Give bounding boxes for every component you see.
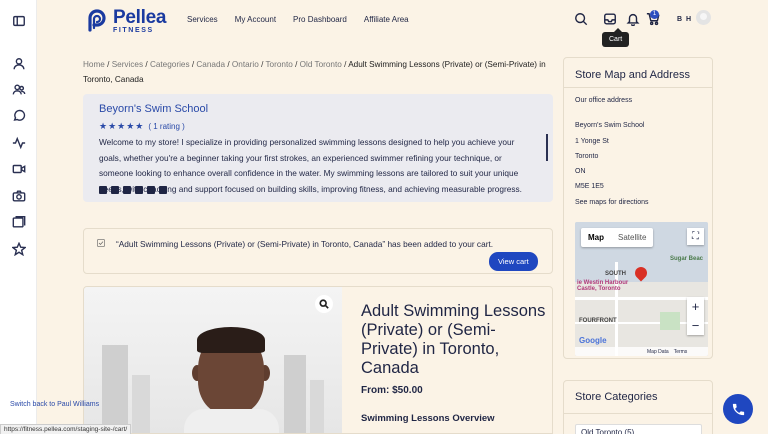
users-icon[interactable]	[10, 81, 27, 98]
cart-count-badge: 1	[650, 10, 659, 19]
video-icon[interactable]	[10, 160, 27, 177]
directions-link[interactable]: See maps for directions	[575, 199, 649, 206]
breadcrumb: Home / Services / Categories / Canada / …	[83, 57, 553, 87]
top-header: Pellea FITNESS Services My Account Pro D…	[37, 0, 768, 42]
pinterest-icon[interactable]	[159, 186, 167, 194]
breadcrumb-ontario[interactable]: Ontario	[232, 60, 259, 69]
bell-icon[interactable]	[626, 12, 640, 31]
avatar[interactable]	[696, 10, 711, 25]
instagram-icon[interactable]	[111, 186, 119, 194]
view-cart-button[interactable]: View cart	[489, 252, 538, 271]
twitter-icon[interactable]	[99, 186, 107, 194]
chat-icon[interactable]	[10, 107, 27, 124]
added-to-cart-notice: “Adult Swimming Lessons (Private) or (Se…	[83, 228, 553, 274]
sidebar-toggle-icon[interactable]	[10, 12, 27, 29]
address-line: 1 Yonge St	[575, 138, 609, 145]
breadcrumb-home[interactable]: Home	[83, 60, 105, 69]
social-links	[99, 186, 167, 194]
map-type-toggle: Map Satellite	[581, 228, 654, 247]
zoom-in-button[interactable]: +	[687, 297, 704, 316]
left-sidebar	[0, 0, 37, 434]
building-shape	[132, 375, 150, 433]
zoom-out-button[interactable]: −	[687, 316, 704, 335]
site-logo[interactable]: Pellea FITNESS	[85, 8, 166, 34]
address-line: Beyorn's Swim School	[575, 122, 645, 129]
building-shape	[310, 380, 324, 433]
map-label-sugar-beach: Sugar Beac	[670, 256, 704, 262]
office-label: Our office address	[575, 97, 633, 104]
user-icon[interactable]	[10, 55, 27, 72]
store-rating: ★★★★★ ( 1 rating )	[99, 121, 537, 132]
nav-pro-dashboard[interactable]: Pro Dashboard	[293, 15, 347, 24]
address-line: ON	[575, 168, 586, 175]
user-initials[interactable]: B H	[677, 16, 692, 23]
brand-name: Pellea	[113, 7, 167, 28]
building-shape	[284, 355, 306, 433]
address-line: Toronto	[575, 153, 599, 160]
categories-title: Store Categories	[575, 391, 658, 403]
map-zoom-control: + −	[687, 297, 704, 335]
breadcrumb-old-toronto[interactable]: Old Toronto	[300, 60, 342, 69]
map-label-front: FOURFRONT	[579, 318, 617, 324]
map-tab-map[interactable]: Map	[581, 228, 611, 247]
youtube-icon[interactable]	[147, 186, 155, 194]
rating-stars: ★★★★★	[99, 121, 145, 131]
store-info-card: Beyorn's Swim School ★★★★★ ( 1 rating ) …	[83, 94, 553, 202]
nav-affiliate-area[interactable]: Affiliate Area	[364, 15, 409, 24]
switch-back-link[interactable]: Switch back to Paul Williams	[10, 401, 99, 408]
nav-my-account[interactable]: My Account	[235, 15, 276, 24]
hair-shape	[197, 327, 265, 353]
breadcrumb-categories[interactable]: Categories	[150, 60, 190, 69]
star-icon[interactable]	[10, 240, 27, 257]
facebook-icon[interactable]	[123, 186, 131, 194]
breadcrumb-toronto[interactable]: Toronto	[265, 60, 292, 69]
map-tab-satellite[interactable]: Satellite	[611, 228, 653, 247]
google-logo: Google	[579, 336, 607, 345]
brand-tagline: FITNESS	[113, 27, 154, 34]
map-label-harbour: ie Westin Harbour Castle, Toronto	[577, 280, 629, 292]
notice-text: “Adult Swimming Lessons (Private) or (Se…	[116, 239, 494, 249]
call-button[interactable]	[723, 394, 753, 424]
map-footer: Map Data Terms	[575, 347, 708, 356]
linkedin-icon[interactable]	[135, 186, 143, 194]
pellea-logo-icon	[88, 9, 106, 32]
shirt-shape	[184, 409, 279, 433]
map-park	[660, 312, 680, 330]
store-categories-card: Store Categories Old Toronto (5)	[563, 380, 713, 434]
overview-heading: Swimming Lessons Overview	[361, 413, 495, 424]
building-shape	[102, 345, 128, 433]
check-icon	[97, 239, 105, 247]
search-icon[interactable]	[574, 12, 588, 31]
status-bar-url: https://fitness.pellea.com/staging-site-…	[0, 424, 132, 434]
rating-count[interactable]: ( 1 rating )	[148, 122, 184, 131]
store-name[interactable]: Beyorn's Swim School	[99, 103, 537, 115]
map-data-link[interactable]: Map Data	[647, 349, 669, 355]
map-terms-link[interactable]: Terms	[674, 349, 688, 355]
main-nav: Services My Account Pro Dashboard Affili…	[187, 15, 409, 24]
fullscreen-icon[interactable]: ⛶	[687, 228, 704, 245]
phone-icon	[732, 403, 744, 415]
product-title: Adult Swimming Lessons (Private) or (Sem…	[361, 302, 546, 377]
product-price: From: $50.00	[361, 385, 423, 396]
store-map-card: Store Map and Address Our office address…	[563, 57, 713, 359]
address-line: M5E 1E5	[575, 183, 604, 190]
magnify-icon	[319, 299, 329, 309]
product-image[interactable]	[84, 287, 342, 433]
breadcrumb-canada[interactable]: Canada	[196, 60, 225, 69]
image-zoom-button[interactable]	[315, 295, 333, 313]
camera-icon[interactable]	[10, 187, 27, 204]
nav-services[interactable]: Services	[187, 15, 218, 24]
activity-icon[interactable]	[10, 134, 27, 151]
gallery-icon[interactable]	[10, 213, 27, 230]
divider	[564, 87, 712, 88]
divider	[564, 413, 712, 414]
cart-tooltip: Cart	[602, 28, 630, 47]
category-item[interactable]: Old Toronto (5)	[575, 424, 702, 434]
map-label-south: SOUTH	[605, 271, 626, 277]
product-section: Adult Swimming Lessons (Private) or (Sem…	[83, 286, 553, 434]
store-map-title: Store Map and Address	[575, 69, 690, 81]
google-map[interactable]: SOUTH ie Westin Harbour Castle, Toronto …	[575, 222, 708, 356]
description-scrollbar[interactable]	[546, 134, 548, 161]
breadcrumb-services[interactable]: Services	[112, 60, 143, 69]
